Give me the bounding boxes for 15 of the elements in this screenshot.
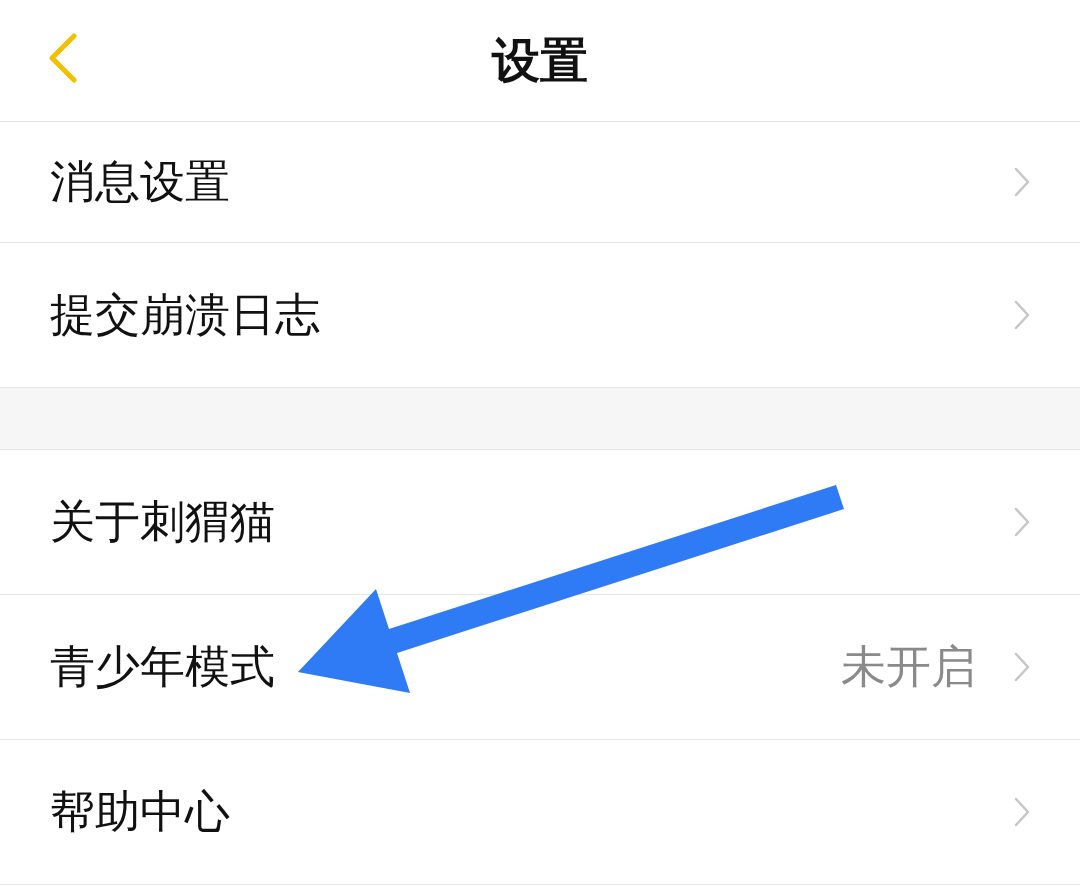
chevron-right-icon (1014, 507, 1030, 537)
settings-row[interactable]: 消息设置 (0, 122, 1080, 243)
row-label: 消息设置 (50, 155, 230, 209)
page-title: 设置 (492, 31, 588, 90)
row-label: 提交崩溃日志 (50, 288, 320, 342)
chevron-right-icon (1014, 797, 1030, 827)
settings-row[interactable]: 帮助中心 (0, 740, 1080, 885)
chevron-right-icon (1014, 167, 1030, 197)
row-value: 未开启 (841, 640, 976, 694)
row-label: 帮助中心 (50, 785, 230, 839)
back-icon[interactable] (48, 33, 78, 83)
row-label: 青少年模式 (50, 640, 275, 694)
chevron-right-icon (1014, 300, 1030, 330)
chevron-right-icon (1014, 652, 1030, 682)
row-label: 关于刺猬猫 (50, 495, 275, 549)
